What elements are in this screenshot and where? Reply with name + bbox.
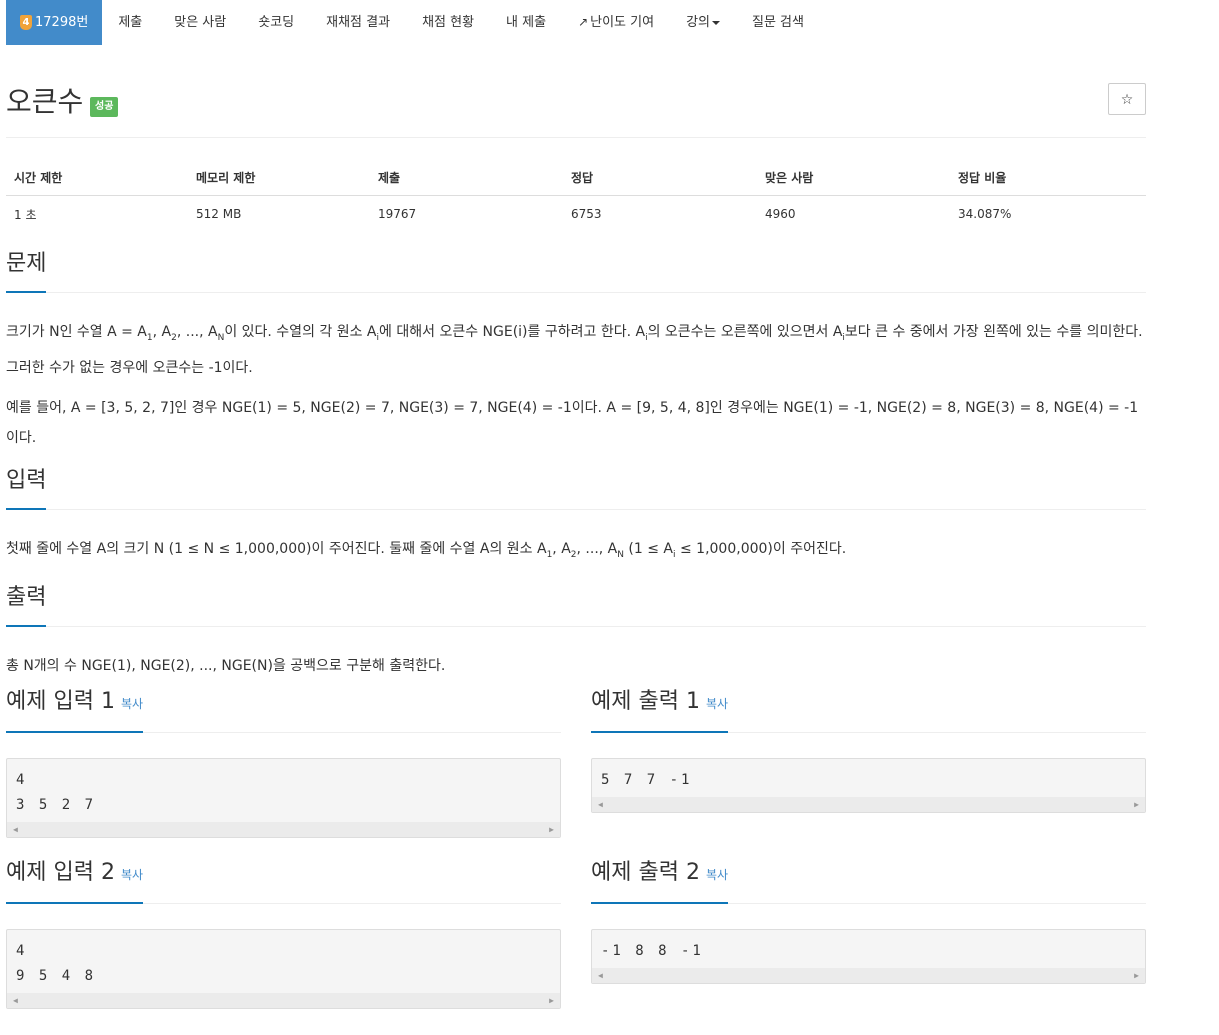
- scroll-left-icon[interactable]: ◀: [13, 993, 18, 1008]
- sample-line: 9 5 4 8: [16, 967, 97, 984]
- output-paragraph: 총 N개의 수 NGE(1), NGE(2), ..., NGE(N)을 공백으…: [6, 657, 446, 674]
- memory-limit-value: 512 MB: [196, 207, 242, 221]
- nav-qna-search[interactable]: 질문 검색: [736, 0, 820, 45]
- copy-sample-input-1-link[interactable]: 복사: [121, 697, 143, 711]
- memory-limit-header: 메모리 제한: [188, 159, 370, 196]
- copy-sample-output-1-link[interactable]: 복사: [706, 697, 728, 711]
- problem-number-label: 17298번: [35, 15, 89, 30]
- output-section-head: 출력: [6, 580, 1146, 627]
- output-heading: 출력: [6, 581, 47, 627]
- nav-submit[interactable]: 제출: [102, 0, 158, 45]
- nav-lecture-dropdown[interactable]: 강의: [670, 0, 736, 45]
- caret-down-icon: [711, 20, 720, 25]
- accepted-users-header: 맞은 사람: [757, 159, 950, 196]
- sample-output-1-heading: 예제 출력 1 복사: [591, 685, 729, 733]
- nav-problem-number[interactable]: 4 17298번: [6, 0, 103, 45]
- sample-input-2: 예제 입력 2 복사 4 9 5 4 8 ◀ ▶: [6, 860, 561, 1009]
- nav-my-submissions[interactable]: 내 제출: [490, 0, 562, 45]
- nav-difficulty[interactable]: ↗ 난이도 기여: [562, 0, 670, 45]
- sample-output-2: 예제 출력 2 복사 -1 8 8 -1 ◀ ▶: [591, 860, 1146, 1009]
- problem-description: 크기가 N인 수열 A = A1, A2, ..., AN이 있다. 수열의 각…: [6, 317, 1146, 453]
- problem-nav: 4 17298번 제출 맞은 사람 숏코딩 재채점 결과 채점 현황 내 제출 …: [6, 0, 1146, 45]
- table-row: 1 초 512 MB 19767 6753 4960 34.087%: [6, 196, 1146, 233]
- sample-output-1-head: 예제 출력 1 복사: [591, 689, 1146, 733]
- samples-row-1: 예제 입력 1 복사 4 3 5 2 7 ◀ ▶ 예제 출력 1 복사 5 7 7 -…: [6, 689, 1146, 860]
- samples-row-2: 예제 입력 2 복사 4 9 5 4 8 ◀ ▶ 예제 출력 2 복사 -1 8 8 …: [6, 860, 1146, 1009]
- lecture-label: 강의: [686, 15, 710, 30]
- page-title: 오큰수: [6, 85, 84, 118]
- sample-output-2-head: 예제 출력 2 복사: [591, 860, 1146, 904]
- sample-input-2-heading: 예제 입력 2 복사: [6, 856, 144, 904]
- sample-output-2-box[interactable]: -1 8 8 -1 ◀ ▶: [591, 928, 1146, 984]
- input-section-head: 입력: [6, 463, 1146, 510]
- problem-section-head: 문제: [6, 246, 1146, 293]
- status-badge: 성공: [90, 97, 119, 117]
- time-limit-value: 1 초: [14, 207, 37, 222]
- difficulty-label: 난이도 기여: [590, 15, 655, 30]
- accepted-value: 6753: [571, 207, 602, 221]
- output-description: 총 N개의 수 NGE(1), NGE(2), ..., NGE(N)을 공백으…: [6, 651, 1146, 681]
- sample-input-1-box[interactable]: 4 3 5 2 7 ◀ ▶: [6, 757, 561, 838]
- star-button[interactable]: ☆: [1108, 83, 1146, 115]
- scroll-left-icon[interactable]: ◀: [598, 968, 603, 983]
- scroll-right-icon[interactable]: ▶: [549, 822, 554, 837]
- horizontal-scrollbar[interactable]: ◀ ▶: [592, 796, 1145, 812]
- accepted-users-value: 4960: [765, 207, 796, 221]
- sample-line: 4: [16, 942, 28, 959]
- title-row: 오큰수 성공 ☆: [6, 83, 1146, 138]
- horizontal-scrollbar[interactable]: ◀ ▶: [592, 967, 1145, 983]
- scroll-left-icon[interactable]: ◀: [13, 822, 18, 837]
- input-paragraph: 첫째 줄에 수열 A의 크기 N (1 ≤ N ≤ 1,000,000)이 주어…: [6, 540, 847, 560]
- accepted-header: 정답: [563, 159, 757, 196]
- star-icon: ☆: [1120, 92, 1134, 108]
- problem-heading: 문제: [6, 247, 47, 293]
- scroll-right-icon[interactable]: ▶: [549, 993, 554, 1008]
- copy-sample-input-2-link[interactable]: 복사: [121, 868, 143, 882]
- sample-line: 3 5 2 7: [16, 796, 97, 813]
- copy-sample-output-2-link[interactable]: 복사: [706, 868, 728, 882]
- scroll-right-icon[interactable]: ▶: [1134, 968, 1139, 983]
- sample-line: -1 8 8 -1: [601, 942, 704, 959]
- sample-line: 4: [16, 771, 28, 788]
- sample-input-1-head: 예제 입력 1 복사: [6, 689, 561, 733]
- accept-ratio-value: 34.087%: [958, 207, 1012, 221]
- horizontal-scrollbar[interactable]: ◀ ▶: [7, 821, 560, 837]
- scroll-right-icon[interactable]: ▶: [1134, 797, 1139, 812]
- sample-output-1-box[interactable]: 5 7 7 -1 ◀ ▶: [591, 757, 1146, 813]
- scroll-left-icon[interactable]: ◀: [598, 797, 603, 812]
- sample-input-1-heading: 예제 입력 1 복사: [6, 685, 144, 733]
- problem-paragraph-2: 예를 들어, A = [3, 5, 2, 7]인 경우 NGE(1) = 5, …: [6, 399, 1139, 446]
- input-description: 첫째 줄에 수열 A의 크기 N (1 ≤ N ≤ 1,000,000)이 주어…: [6, 534, 1146, 570]
- problem-paragraph-1: 크기가 N인 수열 A = A1, A2, ..., AN이 있다. 수열의 각…: [6, 324, 1143, 376]
- nav-accepted-users[interactable]: 맞은 사람: [158, 0, 242, 45]
- submissions-value: 19767: [378, 207, 417, 221]
- sample-output-2-heading: 예제 출력 2 복사: [591, 856, 729, 904]
- submissions-header: 제출: [370, 159, 563, 196]
- table-header-row: 시간 제한 메모리 제한 제출 정답 맞은 사람 정답 비율: [6, 159, 1146, 196]
- nav-short-coding[interactable]: 숏코딩: [242, 0, 310, 45]
- accept-ratio-header: 정답 비율: [950, 159, 1146, 196]
- sample-input-2-head: 예제 입력 2 복사: [6, 860, 561, 904]
- sample-output-1: 예제 출력 1 복사 5 7 7 -1 ◀ ▶: [591, 689, 1146, 838]
- problem-info-table: 시간 제한 메모리 제한 제출 정답 맞은 사람 정답 비율 1 초 512 M…: [6, 159, 1146, 232]
- nav-status[interactable]: 채점 현황: [406, 0, 490, 45]
- sample-input-1: 예제 입력 1 복사 4 3 5 2 7 ◀ ▶: [6, 689, 561, 838]
- tier-icon: 4: [20, 15, 32, 30]
- time-limit-header: 시간 제한: [6, 159, 188, 196]
- input-heading: 입력: [6, 464, 47, 510]
- page: 4 17298번 제출 맞은 사람 숏코딩 재채점 결과 채점 현황 내 제출 …: [6, 0, 1146, 1009]
- external-link-icon: ↗: [578, 15, 589, 29]
- nav-rejudge-results[interactable]: 재채점 결과: [310, 0, 406, 45]
- sample-input-2-box[interactable]: 4 9 5 4 8 ◀ ▶: [6, 928, 561, 1009]
- sample-line: 5 7 7 -1: [601, 771, 693, 788]
- horizontal-scrollbar[interactable]: ◀ ▶: [7, 992, 560, 1008]
